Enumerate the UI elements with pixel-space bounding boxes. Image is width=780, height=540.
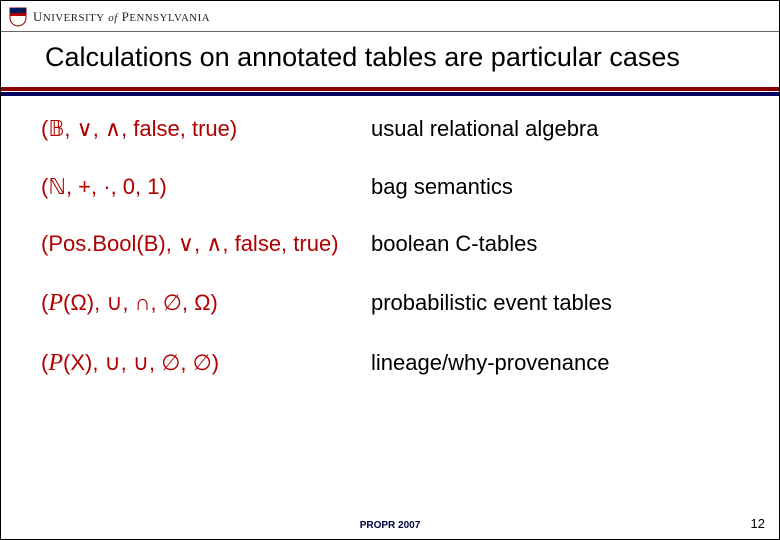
university-name: UNIVERSITY of PENNSYLVANIA [33,9,210,25]
slide: UNIVERSITY of PENNSYLVANIA Calculations … [0,0,780,540]
slide-body: (𝔹, ∨, ∧, false, true) usual relational … [1,95,779,378]
semiring-description: bag semantics [371,173,749,201]
penn-shield-icon [9,7,27,27]
semiring-description: lineage/why-provenance [371,349,749,377]
header: UNIVERSITY of PENNSYLVANIA [1,1,779,31]
slide-title: Calculations on annotated tables are par… [1,32,779,87]
page-number: 12 [751,516,765,531]
footer-venue: PROPR 2007 [1,520,779,531]
example-row: (𝔹, ∨, ∧, false, true) usual relational … [41,115,749,143]
semiring-description: usual relational algebra [371,115,749,143]
semiring-notation: (𝔹, ∨, ∧, false, true) [41,115,371,143]
semiring-notation: (Pos.Bool(B), ∨, ∧, false, true) [41,230,371,258]
semiring-notation: (P(Ω), ∪, ∩, ∅, Ω) [41,288,371,318]
title-underline [1,87,779,95]
semiring-description: probabilistic event tables [371,289,749,317]
example-row: (Pos.Bool(B), ∨, ∧, false, true) boolean… [41,230,749,258]
semiring-notation: (ℕ, +, ·, 0, 1) [41,173,371,201]
semiring-description: boolean C-tables [371,230,749,258]
semiring-notation: (P(X), ∪, ∪, ∅, ∅) [41,348,371,378]
example-row: (ℕ, +, ·, 0, 1) bag semantics [41,173,749,201]
example-row: (P(X), ∪, ∪, ∅, ∅) lineage/why-provenanc… [41,348,749,378]
example-row: (P(Ω), ∪, ∩, ∅, Ω) probabilistic event t… [41,288,749,318]
